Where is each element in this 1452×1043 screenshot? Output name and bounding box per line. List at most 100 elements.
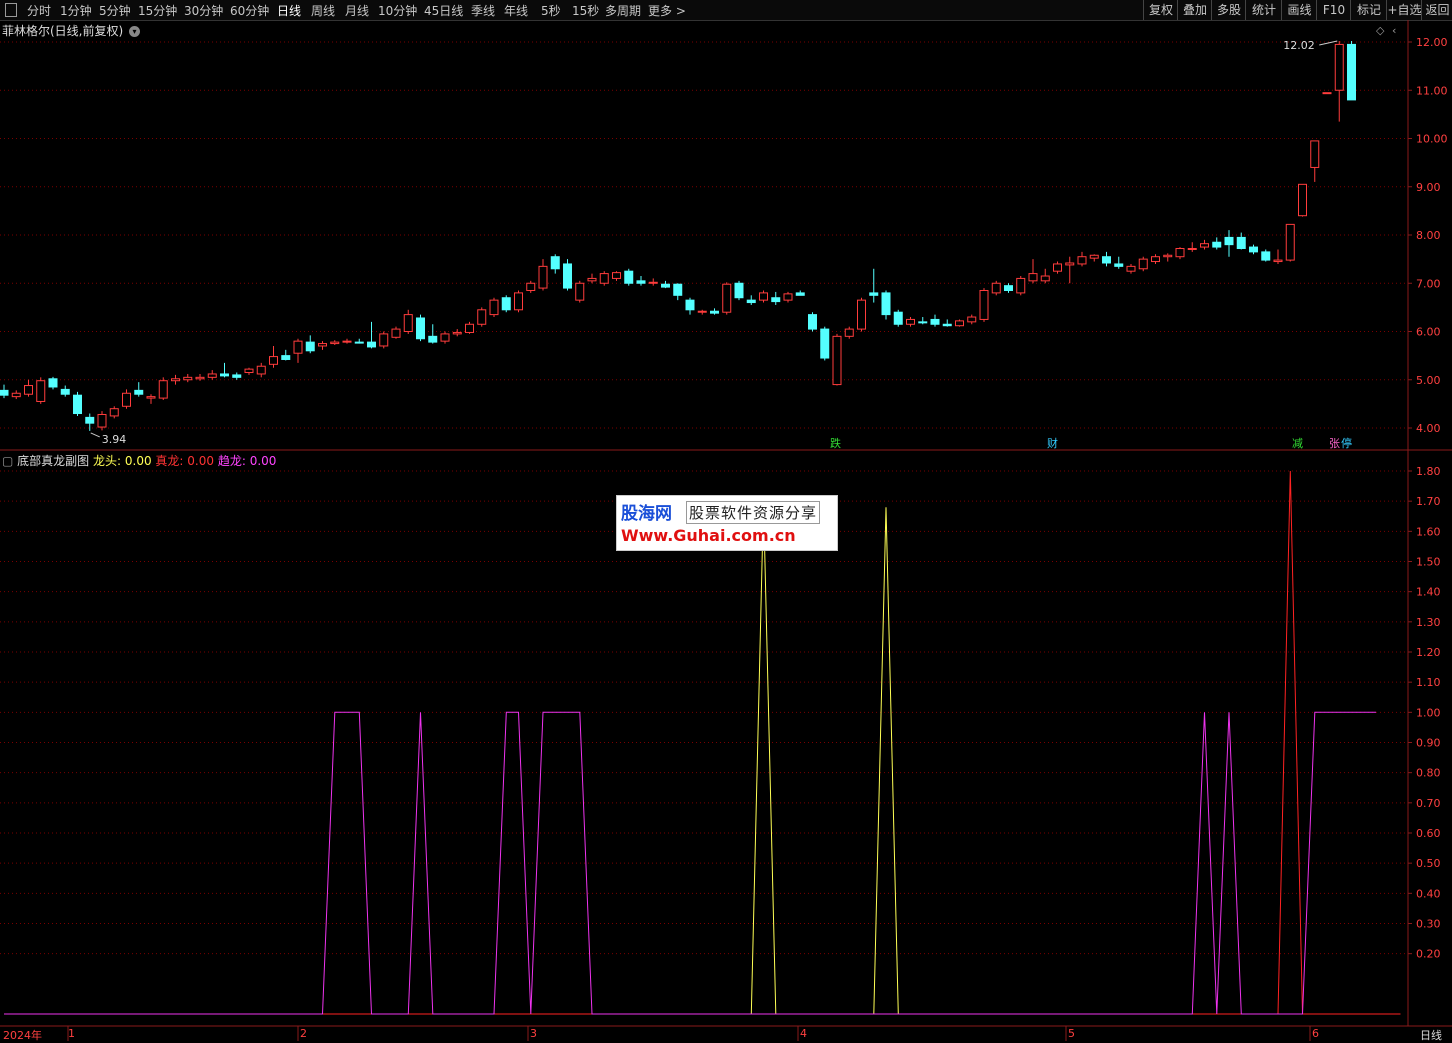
candle-body [881, 292, 891, 316]
indicator-series-line [4, 501, 1401, 1015]
candle-body [36, 380, 46, 402]
chevron-down-icon[interactable]: ▢ [2, 454, 13, 468]
month-label: 5 [1068, 1027, 1075, 1040]
candle-body [857, 299, 866, 330]
candle-body [832, 335, 842, 386]
candle-body [563, 263, 572, 289]
candle-body [710, 310, 719, 314]
candle-body [1163, 254, 1173, 258]
candle-body [722, 283, 732, 313]
candle-body [379, 333, 389, 347]
signal-label: 财 [1047, 436, 1058, 450]
candle-body [893, 311, 903, 325]
candle-body [1310, 140, 1320, 168]
candle-body [587, 277, 597, 282]
candle-body [1126, 265, 1136, 272]
candle-body [256, 365, 266, 375]
candle-body [318, 343, 327, 347]
indicator-value-2: 0.00 [245, 454, 277, 468]
indicator-series-line [4, 711, 1376, 1015]
candle-body [1004, 285, 1013, 291]
candle-body [1285, 223, 1295, 261]
signal-label: 停 [1341, 436, 1352, 450]
candle-body [685, 299, 695, 311]
candle-body [612, 272, 621, 279]
indicator-tick-label: 0.50 [1416, 857, 1441, 870]
candle-body [1040, 275, 1050, 282]
candle-body [955, 320, 964, 327]
watermark-logo: 股海网 [621, 504, 672, 524]
month-label: 1 [68, 1027, 75, 1040]
candle-body [1187, 248, 1197, 251]
candle-body [195, 376, 205, 380]
candle-body [281, 355, 291, 360]
indicator-tick-label: 0.80 [1416, 767, 1441, 780]
indicator-value-0: 0.00 [121, 454, 152, 468]
candle-body [759, 292, 768, 301]
candle-body [440, 333, 450, 342]
month-label: 6 [1312, 1027, 1319, 1040]
candle-body [1273, 259, 1283, 263]
candle-body [269, 356, 278, 365]
candle-body [477, 309, 487, 325]
candle-body [514, 292, 523, 311]
candle-body [844, 328, 854, 337]
signal-label: 减 [1292, 437, 1303, 450]
candle-body [109, 408, 119, 417]
candle-body [207, 373, 217, 378]
candle-body [930, 318, 940, 325]
candle-body [220, 373, 229, 377]
low-pointer [90, 432, 100, 438]
signal-label: 跌 [830, 436, 841, 450]
candle-body [808, 314, 817, 330]
month-label: 4 [800, 1027, 807, 1040]
candle-body [183, 376, 193, 381]
indicator-tick-label: 1.70 [1416, 495, 1441, 508]
candle-body [171, 378, 180, 382]
candle-body [1089, 254, 1099, 259]
candle-body [134, 389, 144, 395]
candle-body [1138, 258, 1148, 270]
indicator-value-1: 0.00 [183, 454, 215, 468]
candle-body [967, 316, 977, 323]
indicator-tick-label: 0.70 [1416, 797, 1441, 810]
candle-body [465, 323, 474, 333]
indicator-tick-label: 1.60 [1416, 525, 1441, 538]
indicator-tick-label: 0.30 [1416, 918, 1441, 931]
candle-body [1114, 263, 1124, 267]
indicator-tick-label: 1.10 [1416, 676, 1441, 689]
candle-body [11, 392, 21, 398]
indicator-legend: ▢ 底部真龙副图 龙头: 0.00 真龙: 0.00 趋龙: 0.00 [2, 452, 276, 469]
candle-body [48, 378, 58, 388]
candle-body [391, 328, 401, 338]
candle-body [330, 341, 340, 345]
watermark-tagline: 股票软件资源分享 [686, 501, 821, 524]
candle-body [636, 280, 646, 284]
indicator-tick-label: 1.50 [1416, 556, 1441, 569]
candle-body [783, 293, 793, 301]
candle-body [942, 323, 952, 327]
candle-body [305, 341, 315, 352]
indicator-series-line [4, 470, 1401, 1015]
candle-body [1102, 256, 1111, 264]
candle-body [661, 283, 670, 288]
candle-body [1261, 251, 1271, 261]
candle-body [367, 341, 376, 348]
price-tick-label: 10.00 [1416, 133, 1448, 146]
candle-body [1322, 92, 1332, 95]
candle-body [293, 340, 303, 354]
candle-body [244, 368, 254, 374]
candle-body [918, 321, 928, 324]
candle-body [452, 331, 462, 335]
candle-body [526, 282, 536, 291]
candle-body [342, 340, 352, 343]
indicator-label-2: 趋龙: [214, 454, 246, 468]
price-tick-label: 7.00 [1416, 277, 1441, 290]
candle-body [158, 380, 168, 399]
candle-body [991, 282, 1001, 294]
candle-body [24, 385, 33, 395]
candle-body [73, 394, 82, 415]
price-tick-label: 8.00 [1416, 229, 1441, 242]
indicator-tick-label: 1.30 [1416, 616, 1441, 629]
candle-body [416, 317, 425, 340]
